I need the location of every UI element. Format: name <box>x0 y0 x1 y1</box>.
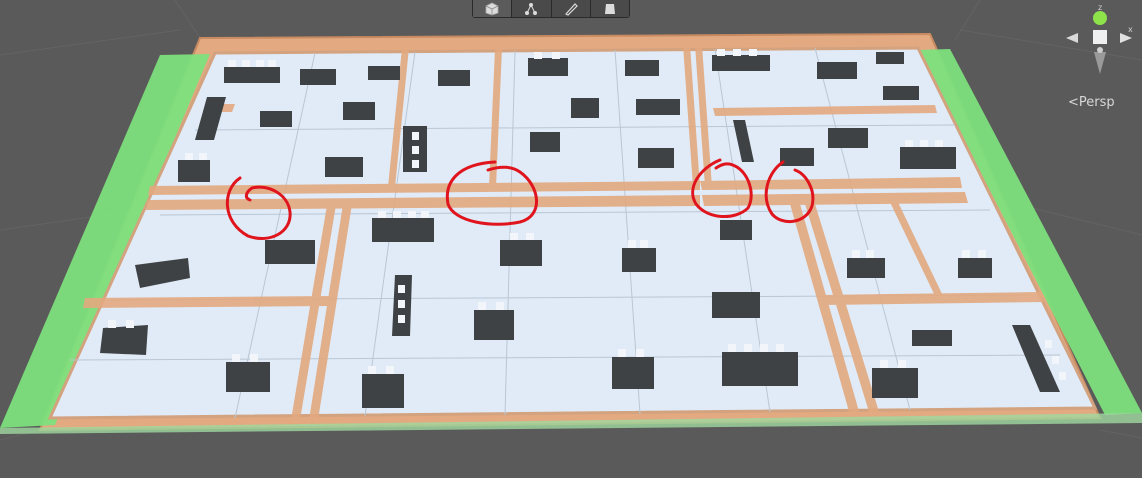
cube-icon <box>485 2 499 15</box>
scene-toolbar <box>472 0 630 18</box>
x-neg-axis-cone-icon[interactable] <box>1066 33 1078 43</box>
gizmo-dot-icon <box>1097 47 1103 53</box>
y-axis-cone-icon[interactable] <box>1093 11 1107 25</box>
chevron-left-icon: < <box>1068 95 1079 110</box>
orientation-gizmo[interactable]: z x <box>1058 2 1142 88</box>
sheet-tool-button[interactable] <box>590 0 629 17</box>
pen-icon <box>564 2 578 16</box>
pen-tool-button[interactable] <box>551 0 591 17</box>
sheet-icon <box>604 3 615 14</box>
x-axis-cone-icon[interactable] <box>1120 33 1132 43</box>
gizmo-center-cube-icon[interactable] <box>1093 30 1107 44</box>
projection-toggle[interactable]: <Persp <box>1068 95 1115 110</box>
scene-view[interactable]: z x <Persp <box>0 0 1142 473</box>
nodes-tool-button[interactable] <box>512 0 552 17</box>
gizmo-x-label: x <box>1128 25 1133 34</box>
gizmo-z-label: z <box>1098 3 1102 12</box>
cube-tool-button[interactable] <box>473 0 513 17</box>
y-neg-axis-cone-icon[interactable] <box>1094 52 1106 74</box>
scene-canvas[interactable] <box>0 0 1142 473</box>
projection-label: Persp <box>1078 95 1115 110</box>
nodes-icon <box>525 2 538 15</box>
